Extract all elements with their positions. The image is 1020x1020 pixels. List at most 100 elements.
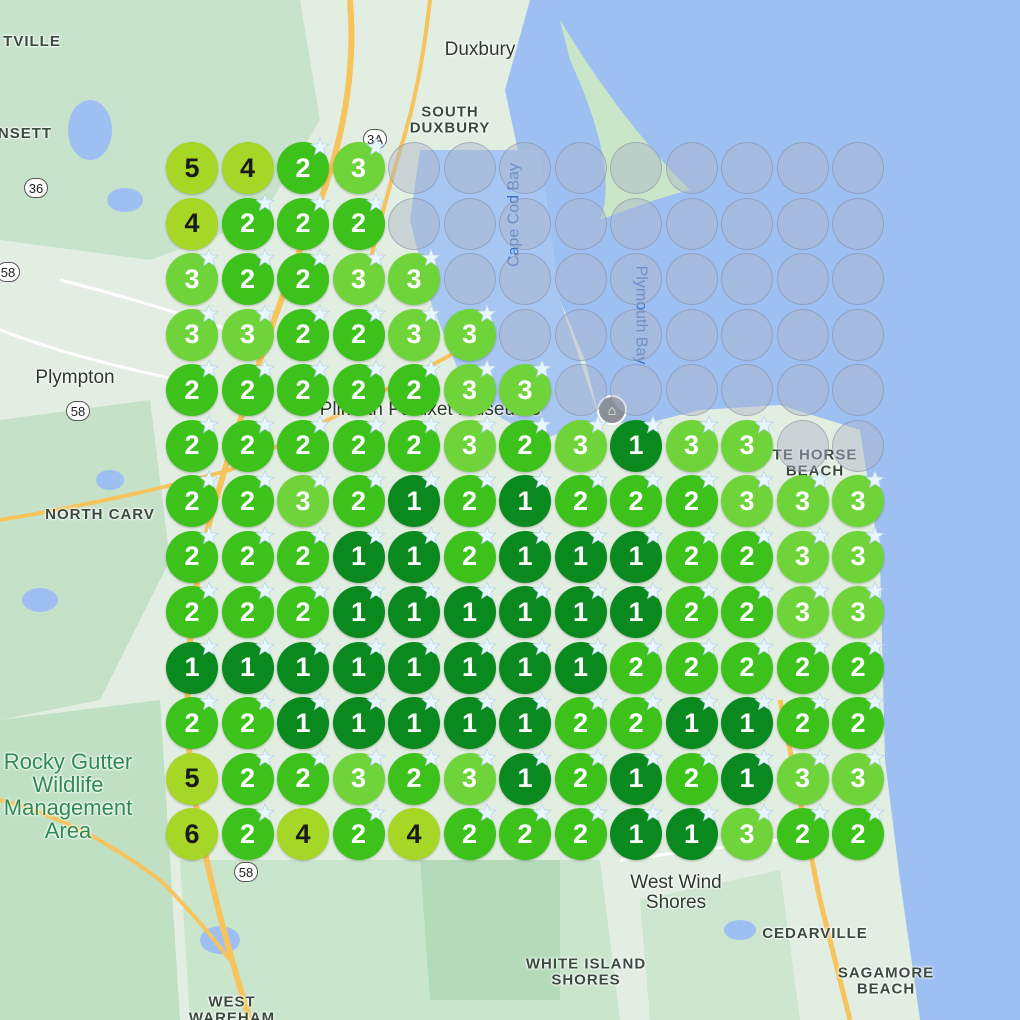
grid-cell-empty[interactable] xyxy=(554,308,607,361)
grid-cell-empty[interactable] xyxy=(776,308,829,361)
grid-cell-rank[interactable]: 3 xyxy=(166,303,219,361)
grid-cell-rank[interactable]: 3 xyxy=(443,303,497,361)
grid-cell-empty[interactable] xyxy=(499,308,551,361)
grid-cell-rank[interactable]: 2 xyxy=(332,358,386,416)
grid-cell-rank[interactable]: 3 xyxy=(332,247,386,305)
grid-cell-empty[interactable] xyxy=(721,308,773,361)
grid-cell-rank[interactable]: 2 xyxy=(610,469,663,527)
grid-cell-rank[interactable]: 2 xyxy=(443,802,497,860)
grid-cell-empty[interactable] xyxy=(388,197,440,250)
grid-cell-rank[interactable]: 1 xyxy=(665,691,719,749)
grid-cell-rank[interactable]: 3 xyxy=(776,469,830,527)
grid-cell-rank[interactable]: 1 xyxy=(610,414,663,472)
grid-cell-rank[interactable]: 2 xyxy=(443,525,497,583)
grid-cell-rank[interactable]: 3 xyxy=(776,580,830,638)
grid-cell-rank[interactable]: 3 xyxy=(443,358,497,416)
grid-cell-rank[interactable]: 1 xyxy=(499,747,552,805)
grid-cell-rank[interactable]: 2 xyxy=(277,414,330,472)
grid-cell-rank[interactable]: 3 xyxy=(832,747,885,805)
grid-cell-rank[interactable]: 1 xyxy=(332,636,386,694)
grid-cell-rank[interactable]: 2 xyxy=(665,636,719,694)
grid-cell-empty[interactable] xyxy=(610,197,662,250)
grid-cell-rank[interactable]: 2 xyxy=(221,469,275,527)
grid-cell-empty[interactable] xyxy=(776,419,829,472)
grid-cell-rank[interactable]: 3 xyxy=(721,469,774,527)
grid-cell-rank[interactable]: 1 xyxy=(610,802,663,860)
grid-cell-rank[interactable]: 2 xyxy=(776,636,830,694)
grid-cell-empty[interactable] xyxy=(665,197,718,250)
grid-cell-rank[interactable]: 2 xyxy=(554,691,608,749)
grid-cell-rank[interactable]: 4 xyxy=(388,808,440,860)
grid-cell-rank[interactable]: 1 xyxy=(554,636,608,694)
grid-cell-empty[interactable] xyxy=(554,142,607,194)
grid-cell-rank[interactable]: 3 xyxy=(499,358,552,416)
grid-cell-empty[interactable] xyxy=(443,197,496,250)
grid-cell-rank[interactable]: 2 xyxy=(332,192,386,250)
grid-cell-empty[interactable] xyxy=(776,253,829,305)
grid-cell-rank[interactable]: 1 xyxy=(443,580,497,638)
grid-cell-rank[interactable]: 1 xyxy=(499,691,552,749)
grid-cell-empty[interactable] xyxy=(776,364,829,416)
grid-cell-rank[interactable]: 2 xyxy=(721,580,774,638)
grid-cell-rank[interactable]: 2 xyxy=(277,358,330,416)
grid-cell-rank[interactable]: 1 xyxy=(499,525,552,583)
grid-cell-rank[interactable]: 3 xyxy=(776,747,830,805)
grid-cell-rank[interactable]: 1 xyxy=(443,636,497,694)
grid-cell-empty[interactable] xyxy=(721,253,773,305)
grid-cell-rank[interactable]: 1 xyxy=(443,691,497,749)
grid-cell-rank[interactable]: 1 xyxy=(665,802,719,860)
grid-cell-rank[interactable]: 1 xyxy=(332,691,386,749)
grid-cell-empty[interactable] xyxy=(832,197,884,250)
grid-cell-rank[interactable]: 4 xyxy=(221,142,274,194)
grid-cell-rank[interactable]: 1 xyxy=(277,691,330,749)
grid-cell-rank[interactable]: 2 xyxy=(277,747,330,805)
grid-cell-rank[interactable]: 2 xyxy=(665,469,719,527)
grid-cell-rank[interactable]: 2 xyxy=(554,469,608,527)
grid-cell-rank[interactable]: 2 xyxy=(832,636,885,694)
grid-cell-empty[interactable] xyxy=(499,253,551,305)
grid-cell-rank[interactable]: 2 xyxy=(221,691,275,749)
grid-cell-rank[interactable]: 2 xyxy=(832,802,885,860)
grid-cell-rank[interactable]: 2 xyxy=(166,358,219,416)
grid-cell-empty[interactable] xyxy=(832,364,884,416)
grid-cell-empty[interactable] xyxy=(388,142,440,194)
grid-cell-empty[interactable] xyxy=(499,197,551,250)
grid-cell-rank[interactable]: 3 xyxy=(776,525,830,583)
grid-cell-empty[interactable] xyxy=(665,253,718,305)
grid-cell-rank[interactable]: 3 xyxy=(166,247,219,305)
grid-cell-rank[interactable]: 3 xyxy=(277,469,330,527)
grid-cell-rank[interactable]: 2 xyxy=(332,802,386,860)
grid-cell-rank[interactable]: 1 xyxy=(499,580,552,638)
grid-cell-rank[interactable]: 3 xyxy=(443,414,497,472)
grid-cell-empty[interactable] xyxy=(610,253,662,305)
grid-cell-empty[interactable] xyxy=(554,253,607,305)
grid-cell-rank[interactable]: 3 xyxy=(443,747,497,805)
grid-cell-rank[interactable]: 4 xyxy=(166,197,218,250)
grid-cell-rank[interactable]: 2 xyxy=(610,636,663,694)
grid-cell-rank[interactable]: 2 xyxy=(221,580,275,638)
grid-cell-rank[interactable]: 2 xyxy=(221,747,275,805)
grid-cell-rank[interactable]: 1 xyxy=(554,580,608,638)
grid-cell-rank[interactable]: 3 xyxy=(388,303,441,361)
grid-cell-empty[interactable] xyxy=(721,364,773,416)
grid-cell-rank[interactable]: 1 xyxy=(721,691,774,749)
grid-cell-rank[interactable]: 3 xyxy=(665,414,719,472)
grid-cell-rank[interactable]: 2 xyxy=(499,414,552,472)
grid-cell-rank[interactable]: 2 xyxy=(221,525,275,583)
grid-cell-empty[interactable] xyxy=(443,253,496,305)
grid-cell-rank[interactable]: 2 xyxy=(221,247,275,305)
grid-cell-rank[interactable]: 4 xyxy=(277,808,329,860)
grid-cell-rank[interactable]: 2 xyxy=(332,414,386,472)
grid-cell-rank[interactable]: 2 xyxy=(721,525,774,583)
grid-cell-rank[interactable]: 1 xyxy=(721,747,774,805)
grid-cell-rank[interactable]: 1 xyxy=(388,636,441,694)
grid-cell-rank[interactable]: 1 xyxy=(332,580,386,638)
grid-cell-rank[interactable]: 2 xyxy=(277,136,330,194)
grid-cell-rank[interactable]: 2 xyxy=(554,802,608,860)
grid-cell-rank[interactable]: 2 xyxy=(332,303,386,361)
grid-cell-rank[interactable]: 3 xyxy=(332,747,386,805)
grid-cell-rank[interactable]: 1 xyxy=(610,525,663,583)
grid-cell-empty[interactable] xyxy=(665,142,718,194)
grid-cell-rank[interactable]: 2 xyxy=(832,691,885,749)
grid-cell-empty[interactable] xyxy=(610,308,662,361)
